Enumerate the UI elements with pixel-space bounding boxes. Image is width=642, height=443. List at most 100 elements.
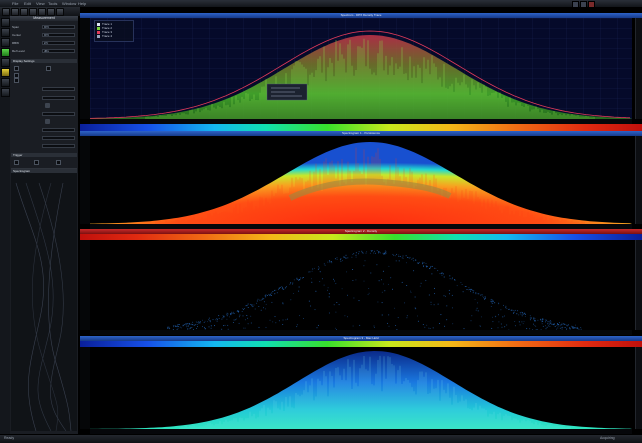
display-tool-icon[interactable] (1, 58, 10, 67)
option-checkbox[interactable] (14, 66, 19, 71)
density-point (392, 253, 394, 255)
adjust-icon[interactable] (45, 103, 50, 108)
display-field[interactable] (42, 87, 75, 91)
display-field[interactable] (42, 144, 75, 148)
density-point (296, 277, 298, 279)
density-point (517, 310, 519, 312)
density-point (347, 316, 348, 318)
vertical-scrollbar[interactable] (635, 136, 642, 224)
density-point (263, 298, 265, 300)
zoom-icon[interactable] (38, 8, 46, 16)
density-point (491, 327, 493, 329)
spectrogram-plot-3[interactable] (90, 347, 632, 429)
density-point (543, 318, 545, 320)
stop-icon[interactable] (29, 8, 37, 16)
density-point (247, 307, 249, 308)
cursor-tool-icon[interactable] (1, 28, 10, 37)
status-text: Ready (4, 436, 15, 440)
density-point (355, 256, 357, 258)
menu-help[interactable]: Help (78, 0, 86, 7)
measure-tool-icon[interactable] (1, 18, 10, 27)
span-field[interactable]: MHz (42, 25, 75, 29)
menu-tools[interactable]: Tools (48, 0, 57, 7)
option-checkbox[interactable] (14, 78, 19, 83)
density-point (546, 326, 548, 328)
spectrogram-preview-pane: Spectrogram (11, 168, 77, 431)
density-point (415, 259, 417, 261)
radio-option[interactable] (14, 160, 19, 165)
option-checkbox[interactable] (46, 66, 51, 71)
density-point (208, 319, 210, 321)
vertical-scrollbar[interactable] (635, 347, 642, 429)
density-point (498, 321, 500, 323)
save-icon[interactable] (11, 8, 19, 16)
density-point (513, 312, 514, 314)
density-point (314, 267, 315, 269)
density-point (440, 273, 442, 275)
display-section-header[interactable]: Display Settings (11, 59, 77, 63)
density-point (474, 298, 476, 300)
density-point (456, 285, 458, 287)
spectrum-plot[interactable]: Trace 1 Trace 2 Trace 3 Trace 4 (90, 18, 632, 119)
density-point (376, 264, 378, 266)
density-point (545, 321, 546, 323)
density-point (336, 258, 338, 260)
density-point (504, 315, 505, 317)
menu-window[interactable]: Window (62, 0, 76, 7)
density-point (334, 258, 336, 260)
density-point (393, 255, 395, 256)
spectrogram-plot-2[interactable] (90, 240, 632, 330)
menu-edit[interactable]: Edit (24, 0, 31, 7)
marker-icon[interactable] (47, 8, 55, 16)
menu-file[interactable]: File (12, 0, 18, 7)
spectrogram-plot-1[interactable] (90, 136, 632, 224)
export-tool-icon[interactable] (1, 88, 10, 97)
density-point (239, 314, 241, 316)
setting-label: RBW (12, 41, 19, 45)
density-point (373, 326, 375, 328)
display-field[interactable] (42, 96, 75, 100)
density-point (317, 324, 319, 326)
density-point (445, 295, 446, 297)
display-field[interactable] (42, 112, 75, 116)
density-point (424, 326, 426, 328)
radio-option[interactable] (34, 160, 39, 165)
adjust-icon[interactable] (45, 119, 50, 124)
marker-tool-icon[interactable] (1, 68, 10, 77)
y-axis (80, 240, 90, 330)
density-point (281, 286, 283, 288)
density-point (522, 313, 524, 315)
density-point (208, 317, 210, 319)
density-point (437, 270, 439, 272)
density-point (549, 322, 551, 324)
density-point (296, 326, 298, 328)
density-point (448, 289, 450, 291)
density-point (484, 298, 486, 300)
vertical-scrollbar[interactable] (635, 240, 642, 330)
density-point (218, 315, 220, 317)
display-field[interactable] (42, 128, 75, 132)
density-point (204, 320, 206, 322)
rbw-field[interactable]: kHz (42, 41, 75, 45)
density-point (382, 270, 384, 272)
y-axis (80, 18, 90, 119)
play-icon[interactable] (20, 8, 28, 16)
trace-tool-icon[interactable] (1, 38, 10, 47)
trigger-tool-icon[interactable] (1, 78, 10, 87)
density-point (338, 304, 340, 306)
trigger-section-header[interactable]: Trigger (11, 153, 77, 157)
center-field[interactable]: MHz (42, 33, 75, 37)
open-icon[interactable] (2, 8, 10, 16)
density-point (299, 277, 301, 279)
display-field[interactable] (42, 136, 75, 140)
menu-view[interactable]: View (36, 0, 45, 7)
density-point (362, 252, 364, 254)
density-point (285, 319, 287, 321)
density-point (405, 255, 407, 257)
density-point (571, 325, 573, 327)
run-tool-icon[interactable] (1, 48, 10, 57)
ref-level-field[interactable]: dBm (42, 49, 75, 53)
radio-option[interactable] (56, 160, 61, 165)
settings-icon[interactable] (56, 8, 64, 16)
vertical-scrollbar[interactable] (635, 18, 642, 119)
